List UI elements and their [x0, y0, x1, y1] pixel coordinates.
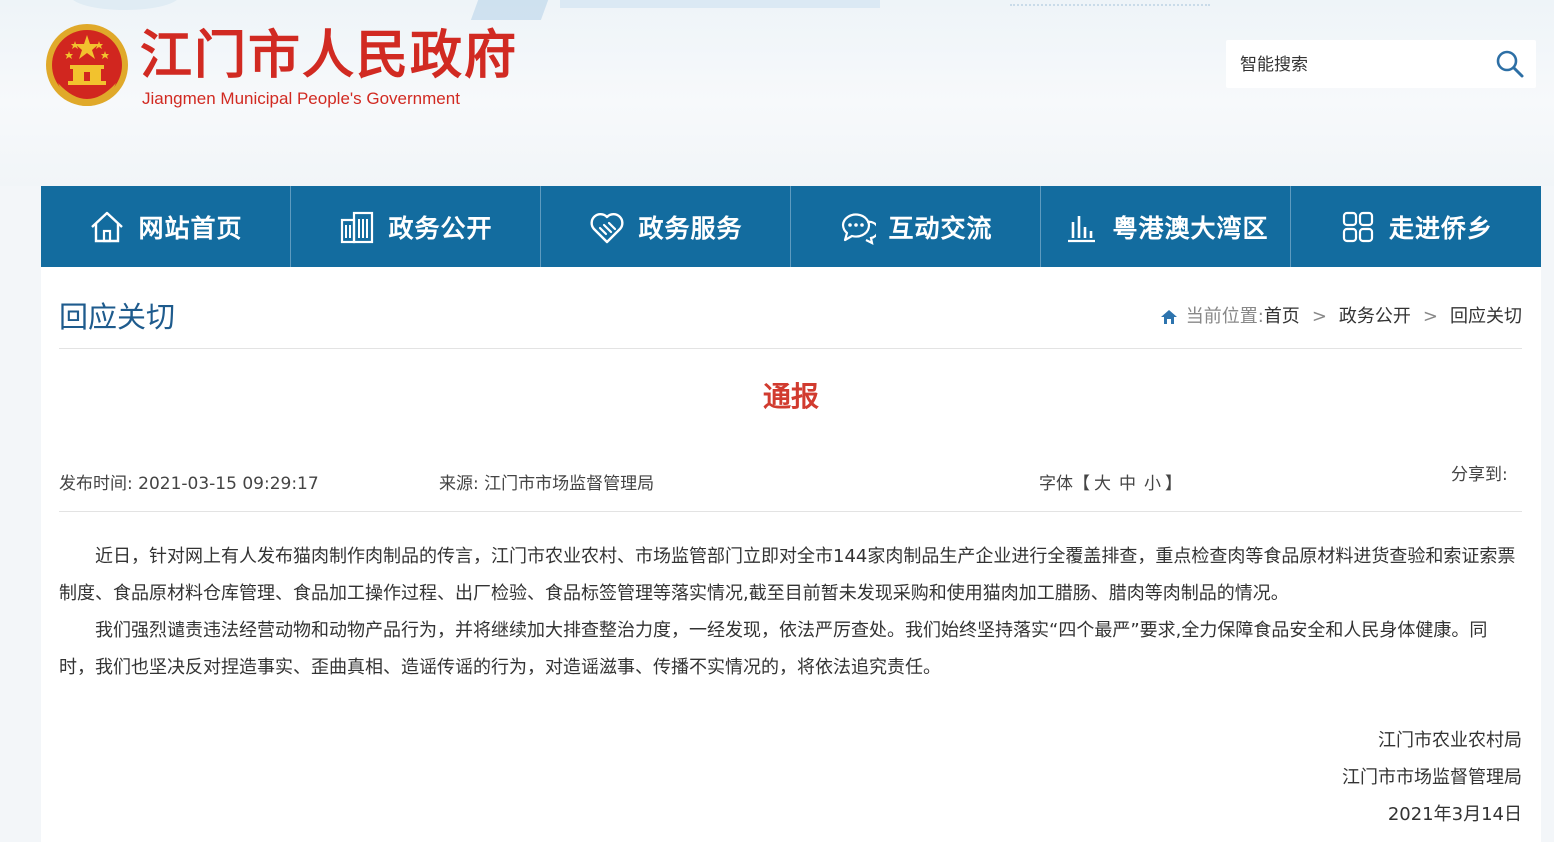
- breadcrumb-separator: >: [1422, 306, 1438, 327]
- grid-icon: [1342, 211, 1374, 242]
- banner-decoration: [470, 0, 560, 20]
- banner-decoration: [560, 0, 880, 8]
- share-label: 分享到:: [1451, 465, 1508, 485]
- signature-org: 江门市市场监督管理局: [1342, 767, 1522, 788]
- nav-label: 政务公开: [388, 213, 493, 243]
- nav-item-interaction[interactable]: 互动交流: [791, 186, 1041, 267]
- national-emblem-icon: [46, 24, 128, 106]
- signature-date: 2021年3月14日: [1387, 804, 1522, 825]
- content-panel: 回应关切 当前位置: 首页 > 政务公开 > 回应关切 通报 发布时间: 202…: [41, 267, 1541, 842]
- font-size-control: 字体【大中小】: [1039, 472, 1182, 496]
- site-logo-subtitle: Jiangmen Municipal People's Government: [142, 89, 460, 108]
- font-size-small[interactable]: 小: [1144, 474, 1161, 494]
- nav-label: 互动交流: [888, 213, 993, 243]
- article-paragraph: 我们强烈谴责违法经营动物和动物产品行为，并将继续加大排查整治力度，一经发现，依法…: [59, 620, 1488, 678]
- source-value: 江门市市场监督管理局: [484, 474, 655, 494]
- publish-value: 2021-03-15 09:29:17: [138, 474, 319, 494]
- font-size-medium[interactable]: 中: [1119, 474, 1136, 494]
- nav-label: 走进侨乡: [1388, 213, 1493, 243]
- article-body: 近日，针对网上有人发布猫肉制作肉制品的传言，江门市农业农村、市场监管部门立即对全…: [59, 538, 1522, 686]
- chat-icon: [842, 212, 877, 245]
- bar-chart-icon: [1068, 215, 1096, 242]
- font-size-large[interactable]: 大: [1094, 474, 1111, 494]
- article-title: 通报: [762, 380, 819, 413]
- banner-decoration: [70, 0, 180, 10]
- publish-label: 发布时间:: [59, 474, 133, 494]
- publish-time: 发布时间: 2021-03-15 09:29:17: [59, 472, 319, 496]
- handshake-heart-icon: [590, 212, 625, 243]
- breadcrumb-separator: >: [1311, 306, 1327, 327]
- font-bracket-open: 【: [1073, 474, 1090, 494]
- divider: [59, 511, 1522, 512]
- breadcrumb-link-home[interactable]: 首页: [1264, 303, 1300, 331]
- search-box: [1226, 40, 1536, 88]
- home-icon: [1160, 310, 1177, 324]
- breadcrumb: 当前位置: 首页 > 政务公开 > 回应关切: [1160, 303, 1522, 331]
- nav-label: 政务服务: [638, 213, 743, 243]
- breadcrumb-link-government-affairs[interactable]: 政务公开: [1339, 303, 1411, 331]
- main-nav: 网站首页 政务公开 政务服务 互动交流 粤港澳大湾区 走进侨乡: [41, 186, 1541, 267]
- font-bracket-close: 】: [1165, 474, 1182, 494]
- breadcrumb-label: 当前位置:: [1185, 306, 1264, 327]
- article-paragraph: 近日，针对网上有人发布猫肉制作肉制品的传言，江门市农业农村、市场监管部门立即对全…: [59, 546, 1516, 604]
- nav-label: 网站首页: [138, 213, 243, 243]
- divider: [59, 348, 1522, 349]
- font-label: 字体: [1039, 474, 1073, 494]
- nav-item-government-services[interactable]: 政务服务: [541, 186, 791, 267]
- building-icon: [341, 211, 374, 243]
- search-icon[interactable]: [1494, 48, 1526, 80]
- site-logo-title: 江门市人民政府: [140, 26, 519, 86]
- nav-label: 粤港澳大湾区: [1112, 213, 1269, 243]
- home-icon: [91, 211, 124, 242]
- section-title: 回应关切: [59, 300, 176, 334]
- nav-item-home[interactable]: 网站首页: [41, 186, 291, 267]
- source-label: 来源:: [439, 474, 479, 494]
- header-banner: 江门市人民政府 Jiangmen Municipal People's Gove…: [0, 0, 1554, 186]
- article-source: 来源: 江门市市场监督管理局: [439, 472, 654, 496]
- nav-item-government-affairs[interactable]: 政务公开: [291, 186, 541, 267]
- nav-item-greater-bay-area[interactable]: 粤港澳大湾区: [1041, 186, 1291, 267]
- search-input[interactable]: [1238, 50, 1482, 80]
- banner-decoration: [1010, 0, 1210, 6]
- breadcrumb-link-current[interactable]: 回应关切: [1450, 303, 1522, 331]
- signature-org: 江门市农业农村局: [1378, 730, 1522, 751]
- nav-item-hometown[interactable]: 走进侨乡: [1291, 186, 1541, 267]
